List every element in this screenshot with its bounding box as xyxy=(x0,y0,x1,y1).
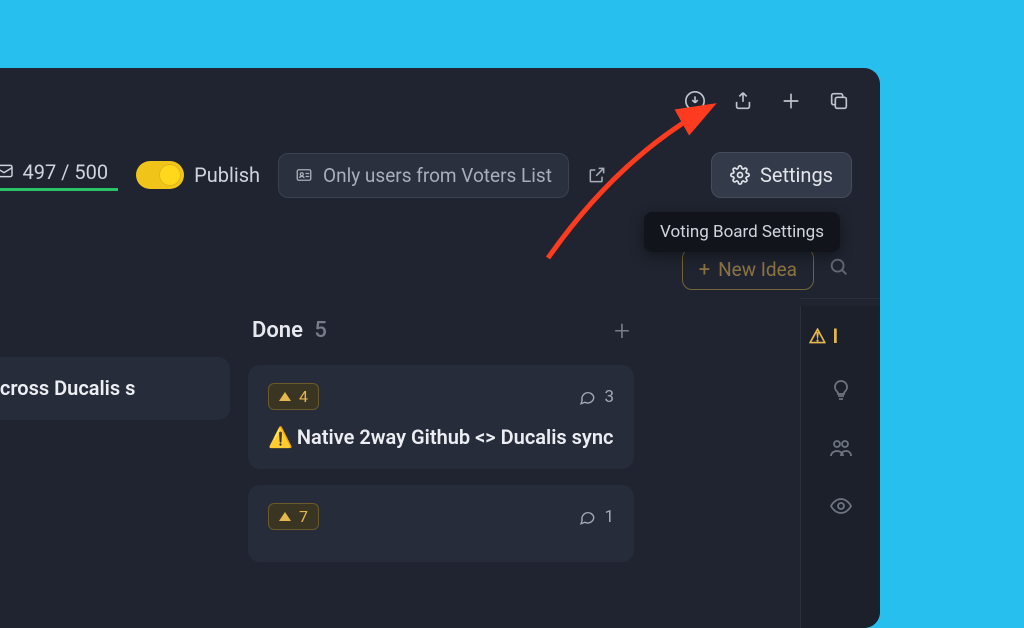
download-icon[interactable] xyxy=(684,90,706,112)
comment-icon xyxy=(578,388,596,406)
plus-icon[interactable] xyxy=(780,90,802,112)
triangle-up-icon xyxy=(279,392,291,401)
comments-count[interactable]: 1 xyxy=(578,507,614,527)
warning-icon: ⚠ xyxy=(809,324,827,348)
settings-button[interactable]: Settings xyxy=(711,152,852,198)
people-icon[interactable] xyxy=(829,436,853,464)
open-external-icon[interactable] xyxy=(587,165,607,185)
triangle-up-icon xyxy=(279,512,291,521)
header-row: ks 497 / 500 Publish Only users from Vot… xyxy=(0,150,880,200)
search-icon[interactable] xyxy=(828,256,850,282)
new-idea-row: + New Idea xyxy=(682,248,850,290)
app-window: ks 497 / 500 Publish Only users from Vot… xyxy=(0,68,880,628)
email-count-text: 497 / 500 xyxy=(22,160,108,184)
publish-label: Publish xyxy=(194,163,260,187)
idea-card[interactable]: 7 1 xyxy=(248,485,634,562)
add-card-icon[interactable]: + xyxy=(614,314,630,347)
column-header: Done 5 + xyxy=(248,304,634,365)
system-toolbar xyxy=(684,90,850,112)
comments-count[interactable]: 3 xyxy=(578,387,614,407)
upvote-badge[interactable]: 4 xyxy=(268,383,319,410)
settings-tooltip: Voting Board Settings xyxy=(644,212,840,252)
settings-label: Settings xyxy=(760,163,833,187)
warning-icon: ⚠️ xyxy=(268,425,293,449)
idea-card[interactable]: 4 3 ⚠️Native 2way Github <> Ducalis sync xyxy=(248,365,634,469)
vote-count: 4 xyxy=(299,387,308,406)
column-done: Done 5 + 4 3 ⚠️Native 2way xyxy=(248,304,634,578)
vote-count: 7 xyxy=(299,507,308,526)
comment-icon xyxy=(578,508,596,526)
new-idea-button[interactable]: + New Idea xyxy=(682,248,814,290)
mail-icon xyxy=(0,160,14,184)
right-panel-header: ⚠ I xyxy=(809,324,873,348)
column-progress: ess 3 ve tasks across Ducalis s xyxy=(0,304,230,578)
publish-toggle[interactable]: Publish xyxy=(136,161,260,189)
filter-text: Only users from Voters List xyxy=(323,164,552,187)
id-card-icon xyxy=(295,166,313,184)
card-title: ve tasks across Ducalis s xyxy=(0,375,210,402)
idea-card[interactable]: ve tasks across Ducalis s xyxy=(0,357,230,420)
column-title: Done xyxy=(252,318,303,343)
share-icon[interactable] xyxy=(732,90,754,112)
plus-icon: + xyxy=(699,257,710,281)
gear-icon xyxy=(730,165,750,185)
board-columns: ess 3 ve tasks across Ducalis s Done 5 + xyxy=(0,304,634,578)
column-count: 5 xyxy=(314,318,327,343)
right-panel-border xyxy=(800,298,880,299)
eye-icon[interactable] xyxy=(829,494,853,522)
copy-icon[interactable] xyxy=(828,90,850,112)
upvote-badge[interactable]: 7 xyxy=(268,503,319,530)
toggle-switch[interactable] xyxy=(136,161,184,189)
column-header: ess 3 xyxy=(0,304,230,357)
lightbulb-icon[interactable] xyxy=(829,378,853,406)
voters-filter-pill[interactable]: Only users from Voters List xyxy=(278,153,569,198)
card-title: ⚠️Native 2way Github <> Ducalis sync xyxy=(268,424,614,451)
new-idea-label: New Idea xyxy=(718,258,797,281)
email-count-tab[interactable]: 497 / 500 xyxy=(0,160,118,191)
